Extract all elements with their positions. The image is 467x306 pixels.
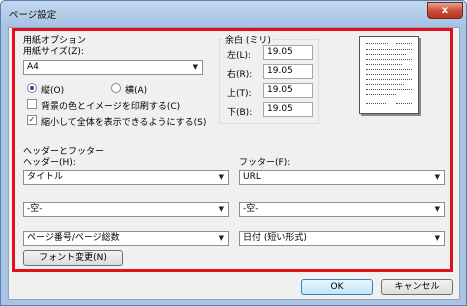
chevron-down-icon: ▼	[434, 173, 440, 181]
margin-top-input[interactable]: 19.05	[263, 83, 313, 98]
margin-bottom-input[interactable]: 19.05	[263, 102, 313, 117]
landscape-label: 横(A)	[125, 86, 148, 96]
portrait-radio[interactable]	[27, 83, 37, 93]
footer-select-3-value: 日付 (短い形式)	[243, 233, 307, 243]
shrink-to-fit-label: 縮小して全体を表示できるようにする(S)	[41, 118, 207, 128]
close-button[interactable]: x	[427, 2, 463, 19]
window-title: ページ設定	[9, 10, 57, 21]
footer-label: フッター(F):	[239, 158, 291, 168]
paper-size-label: 用紙サイズ(Z):	[23, 47, 84, 57]
header-select-2[interactable]: -空- ▼	[23, 202, 229, 217]
footer-select-2-value: -空-	[243, 204, 259, 214]
header-select-1-value: タイトル	[27, 172, 64, 182]
chevron-down-icon: ▼	[192, 63, 198, 71]
page-setup-dialog: ページ設定 x 用紙オプション 用紙サイズ(Z): A4 ▼ 縦(O) 横(A)…	[0, 0, 467, 306]
page-preview	[359, 36, 419, 114]
chevron-down-icon: ▼	[434, 234, 440, 242]
chevron-down-icon: ▼	[218, 205, 224, 213]
title-bar: ページ設定 x	[1, 1, 466, 27]
landscape-radio[interactable]	[111, 83, 121, 93]
close-icon: x	[441, 5, 449, 16]
cancel-button[interactable]: キャンセル	[381, 279, 453, 295]
footer-select-3[interactable]: 日付 (短い形式) ▼	[239, 231, 445, 246]
paper-size-select[interactable]: A4 ▼	[23, 60, 203, 75]
print-background-label: 背景の色とイメージを印刷する(C)	[41, 102, 181, 112]
chevron-down-icon: ▼	[218, 234, 224, 242]
margin-right-label: 右(R):	[227, 70, 253, 80]
margin-bottom-label: 下(B):	[227, 108, 253, 118]
header-select-3-value: ページ番号/ページ総数	[27, 233, 120, 243]
header-select-3[interactable]: ページ番号/ページ総数 ▼	[23, 231, 229, 246]
ok-button[interactable]: OK	[301, 279, 373, 295]
margin-left-input[interactable]: 19.05	[263, 45, 313, 60]
footer-select-1-value: URL	[243, 172, 261, 182]
portrait-label: 縦(O)	[41, 86, 65, 96]
shrink-to-fit-checkbox[interactable]: ✓	[27, 115, 37, 125]
header-label: ヘッダー(H):	[23, 158, 76, 168]
header-select-2-value: -空-	[27, 204, 43, 214]
paper-size-value: A4	[27, 62, 39, 72]
margin-right-input[interactable]: 19.05	[263, 64, 313, 79]
print-background-checkbox[interactable]	[27, 99, 37, 109]
footer-select-2[interactable]: -空- ▼	[239, 202, 445, 217]
footer-select-1[interactable]: URL ▼	[239, 170, 445, 185]
chevron-down-icon: ▼	[218, 173, 224, 181]
margin-top-label: 上(T):	[227, 89, 252, 99]
margin-left-label: 左(L):	[227, 51, 252, 61]
header-select-1[interactable]: タイトル ▼	[23, 170, 229, 185]
change-font-button[interactable]: フォント変更(N)	[23, 250, 123, 266]
chevron-down-icon: ▼	[434, 205, 440, 213]
